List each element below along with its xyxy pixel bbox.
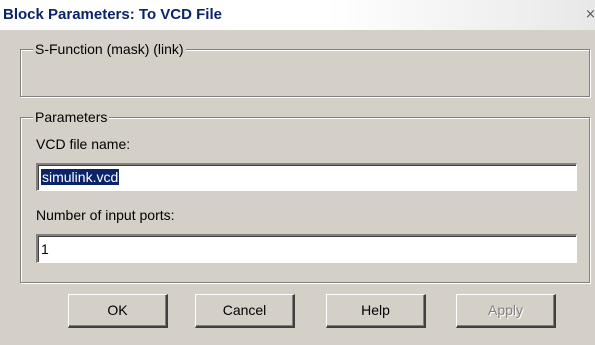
cancel-button[interactable]: Cancel [195,294,295,328]
vcd-file-name-value: simulink.vcd [41,169,120,185]
ok-button[interactable]: OK [68,294,168,328]
help-button[interactable]: Help [326,294,426,328]
sfunction-legend: S-Function (mask) (link) [33,41,186,57]
title-bar[interactable]: Block Parameters: To VCD File × [0,0,595,30]
vcd-file-name-label: VCD file name: [36,136,131,152]
block-parameters-dialog: Block Parameters: To VCD File × S-Functi… [0,0,595,345]
window-title: Block Parameters: To VCD File [3,6,222,23]
close-icon[interactable]: × [585,6,595,24]
input-ports-label: Number of input ports: [36,207,175,223]
input-ports-input[interactable]: 1 [36,234,577,263]
input-ports-value: 1 [41,241,49,257]
vcd-file-name-input[interactable]: simulink.vcd [36,163,577,191]
sfunction-groupbox: S-Function (mask) (link) [20,41,590,97]
apply-button[interactable]: Apply [456,294,556,328]
parameters-legend: Parameters [33,109,110,125]
